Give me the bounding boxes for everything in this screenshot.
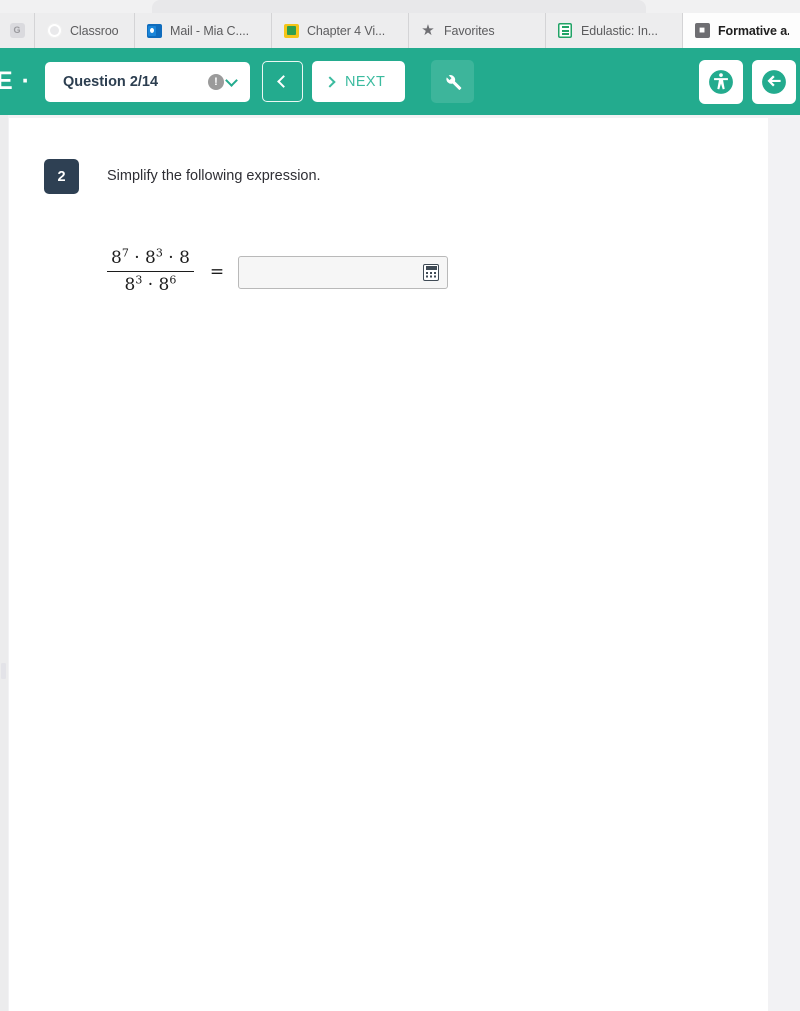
- browser-tab-label: Classroo: [70, 23, 119, 38]
- calculator-icon[interactable]: [423, 263, 440, 281]
- browser-tab-label: Mail - Mia C....: [170, 23, 249, 38]
- left-rail: [0, 115, 8, 1011]
- browser-tab-chapter4[interactable]: Chapter 4 Vi...: [272, 13, 409, 48]
- previous-question-button[interactable]: [261, 61, 303, 102]
- browser-tab-edulastic[interactable]: Edulastic: In...: [546, 13, 683, 48]
- browser-tab-favorites[interactable]: ★ Favorites: [409, 13, 546, 48]
- edulastic-icon: [557, 23, 573, 39]
- tools-button[interactable]: [431, 60, 475, 103]
- wrench-icon: [446, 74, 462, 90]
- math-expression-row: 87 · 83 · 8 83 · 86 =: [107, 246, 449, 297]
- browser-tab-label: Favorites: [444, 23, 495, 38]
- fraction-numerator: 87 · 83 · 8: [111, 246, 190, 268]
- browser-tab-mail[interactable]: Mail - Mia C....: [135, 13, 272, 48]
- chevron-left-icon: [277, 75, 291, 88]
- next-button-label: NEXT: [344, 73, 386, 90]
- document-icon: [283, 23, 299, 39]
- question-selector-label: Question 2/14: [62, 73, 159, 90]
- answer-input[interactable]: [238, 255, 449, 289]
- chevron-down-icon[interactable]: [225, 73, 238, 87]
- g-suite-icon: G: [9, 23, 25, 39]
- formative-icon: ■: [694, 23, 710, 39]
- accessibility-button[interactable]: [699, 59, 743, 104]
- exit-icon: [762, 69, 786, 94]
- warning-icon: !: [207, 73, 224, 90]
- browser-tab-gsuite[interactable]: G: [0, 13, 35, 48]
- left-rail-handle[interactable]: [1, 663, 6, 679]
- star-icon: ★: [421, 22, 435, 39]
- browser-tab-label: Formative a...: [718, 23, 789, 38]
- browser-tab-label: Chapter 4 Vi...: [307, 23, 386, 38]
- partial-tab-above: [152, 0, 646, 13]
- outlook-icon: [146, 23, 162, 39]
- browser-tab-formative-active[interactable]: ■ Formative a...: [683, 13, 800, 48]
- app-header: E · Question 2/14 ! NEXT: [0, 48, 800, 115]
- browser-tab-classroom[interactable]: Classroo: [35, 13, 135, 48]
- fraction-expression: 87 · 83 · 8 83 · 86: [107, 246, 194, 297]
- question-header: 2 Simplify the following expression.: [44, 159, 321, 194]
- equals-sign: =: [209, 262, 225, 283]
- browser-window-top-strip: [0, 0, 800, 13]
- fraction-denominator: 83 · 86: [124, 273, 177, 296]
- browser-tab-label: Edulastic: In...: [581, 23, 658, 38]
- browser-tab-strip: G Classroo Mail - Mia C.... Chapter 4 Vi…: [0, 13, 800, 48]
- question-prompt: Simplify the following expression.: [107, 168, 321, 184]
- app-header-actions: [699, 59, 800, 104]
- question-selector[interactable]: Question 2/14 !: [44, 61, 250, 102]
- app-logo: E ·: [0, 67, 31, 95]
- question-selector-indicators: !: [207, 73, 238, 90]
- question-content-card: 2 Simplify the following expression. 87 …: [9, 118, 768, 1011]
- next-question-button[interactable]: NEXT: [311, 61, 406, 102]
- chevron-right-icon: [324, 75, 336, 88]
- google-classroom-icon: [46, 23, 62, 39]
- exit-button[interactable]: [752, 59, 796, 104]
- accessibility-icon: [709, 69, 733, 94]
- question-number-badge: 2: [44, 159, 79, 194]
